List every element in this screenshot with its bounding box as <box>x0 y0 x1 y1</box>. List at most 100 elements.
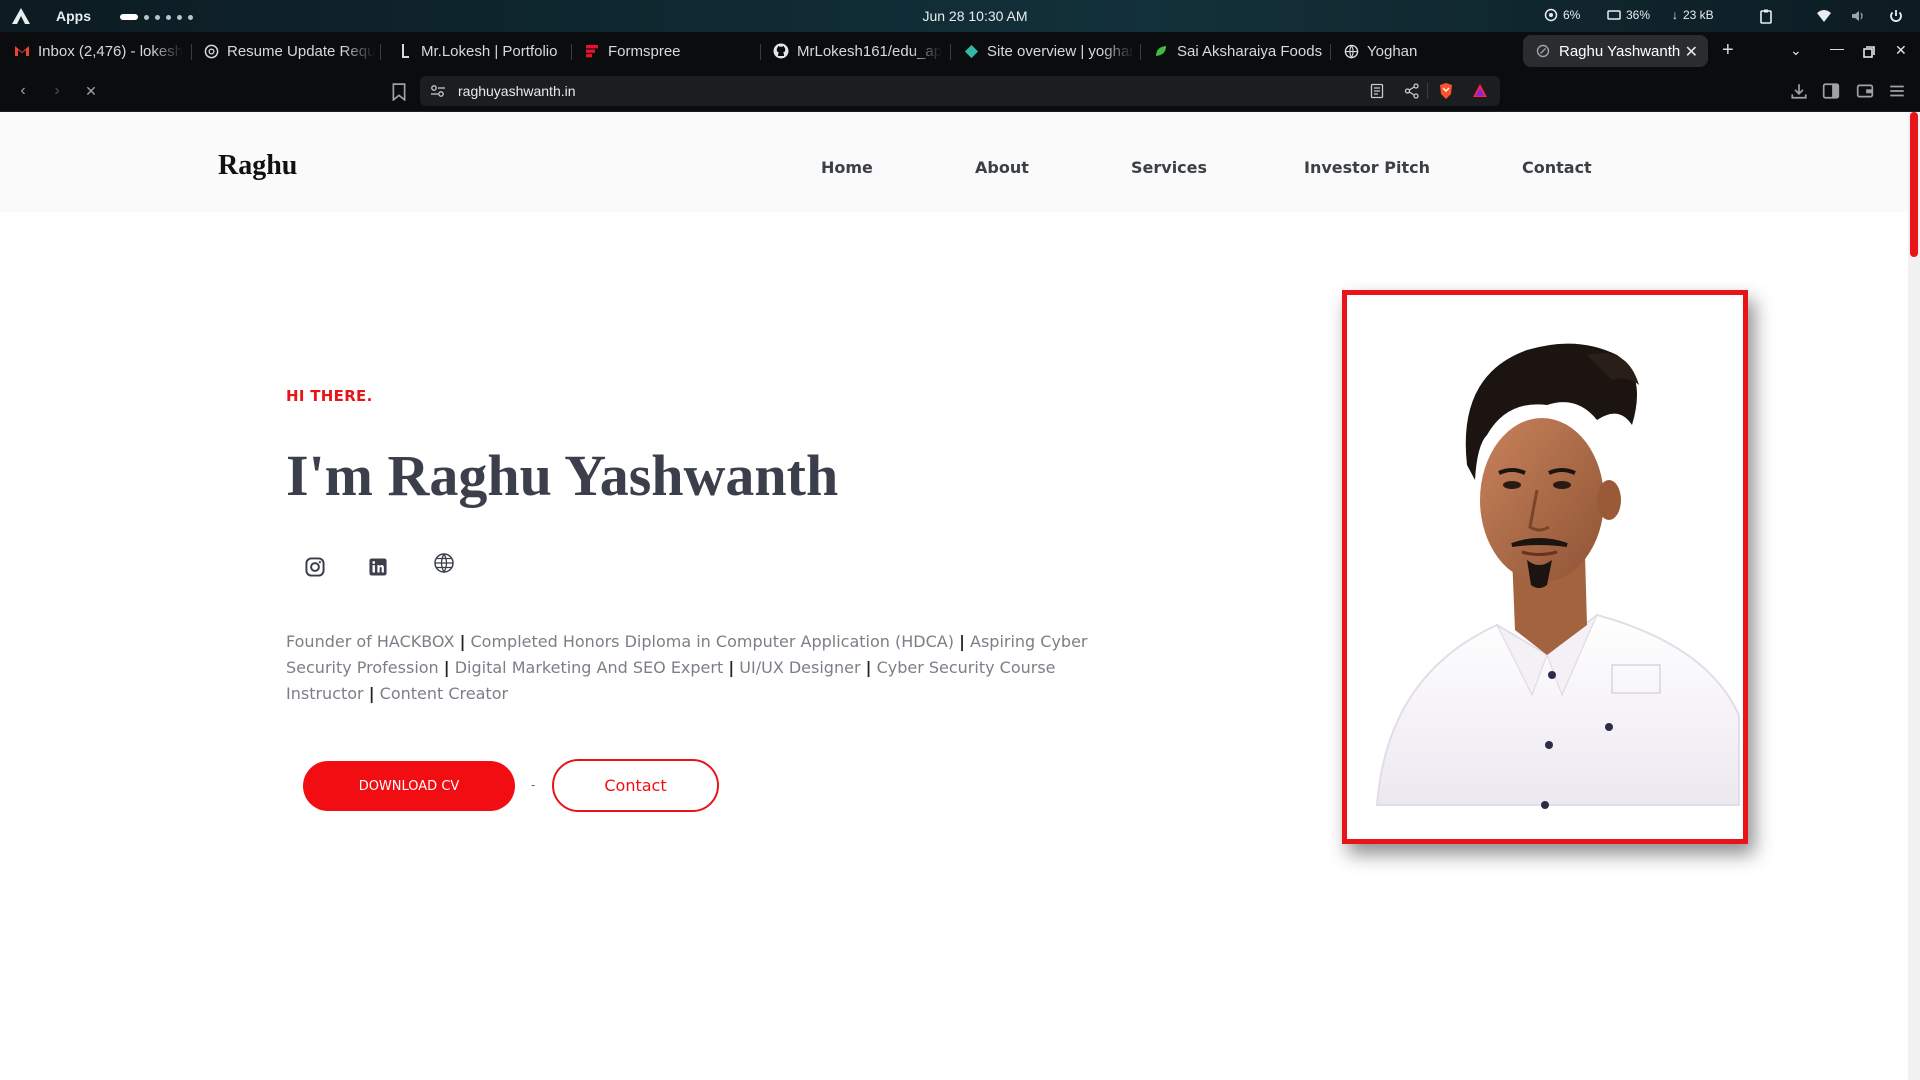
bookmark-icon[interactable] <box>390 83 408 101</box>
browser-toolbar: ‹ › ✕ raghuyashwanth.in <box>0 70 1920 112</box>
volume-icon[interactable] <box>1850 8 1866 24</box>
tab-title: Formspree <box>608 42 681 60</box>
forward-icon[interactable]: › <box>48 82 66 100</box>
back-icon[interactable]: ‹ <box>14 82 32 100</box>
tab-formspree[interactable]: Formspree <box>572 35 758 67</box>
main-menu-icon[interactable] <box>1888 82 1906 100</box>
tab-title: Site overview | yoghar <box>987 42 1135 60</box>
downloads-icon[interactable] <box>1790 82 1808 100</box>
gmail-icon <box>14 43 30 59</box>
browser-tab-strip: Inbox (2,476) - lokesh Resume Update Req… <box>0 32 1920 70</box>
cpu-icon <box>1544 8 1558 22</box>
workspace-dot[interactable] <box>177 14 182 20</box>
globe-icon[interactable] <box>433 552 455 574</box>
tab-separator <box>380 44 381 60</box>
profile-photo <box>1342 290 1748 844</box>
github-icon <box>773 43 789 59</box>
desc-separator: | <box>368 684 375 703</box>
hero-kicker: HI THERE. <box>286 387 373 405</box>
web-page: Raghu Home About Services Investor Pitch… <box>0 112 1908 1080</box>
site-header: Raghu Home About Services Investor Pitch… <box>0 112 1908 212</box>
nav-services[interactable]: Services <box>1131 158 1207 177</box>
close-window-icon[interactable]: ✕ <box>1895 42 1907 59</box>
tab-title: Raghu Yashwanth <box>1559 42 1681 60</box>
workspace-dot[interactable] <box>166 14 171 20</box>
hero-title: I'm Raghu Yashwanth <box>286 443 839 508</box>
profile-portrait-image <box>1347 295 1743 839</box>
workspace-dot[interactable] <box>188 14 193 20</box>
tab-title: Yoghan <box>1367 42 1418 60</box>
tab-netlify[interactable]: Site overview | yoghar <box>951 35 1137 67</box>
tab-title: Inbox (2,476) - lokesh <box>38 42 184 60</box>
close-tab-icon[interactable]: ✕ <box>1685 42 1698 62</box>
scrollbar-thumb[interactable] <box>1910 112 1918 257</box>
desc-separator: | <box>959 632 965 651</box>
tab-gmail[interactable]: Inbox (2,476) - lokesh <box>2 35 190 67</box>
minimize-window-icon[interactable]: — <box>1830 40 1844 56</box>
memory-status: 36% <box>1607 8 1650 22</box>
tab-title: Resume Update Requ <box>227 42 376 60</box>
nav-contact[interactable]: Contact <box>1522 158 1592 177</box>
tab-raghu-yashwanth[interactable]: Raghu Yashwanth ✕ <box>1523 35 1708 67</box>
network-status: ↓ 23 kB <box>1672 8 1714 22</box>
workspace-active[interactable] <box>120 14 138 20</box>
desc-separator: | <box>865 658 872 677</box>
desc-separator: | <box>443 658 450 677</box>
wallet-icon[interactable] <box>1856 82 1874 100</box>
reader-mode-icon[interactable] <box>1370 83 1384 99</box>
page-scrollbar[interactable] <box>1908 112 1920 1080</box>
cpu-value: 6% <box>1563 8 1581 22</box>
tab-title: Mr.Lokesh | Portfolio <box>421 42 558 60</box>
arch-logo-icon[interactable] <box>11 7 31 25</box>
tab-sai-aksharaiya[interactable]: Sai Aksharaiya Foods <box>1141 35 1327 67</box>
chatgpt-icon <box>203 43 219 59</box>
wifi-icon[interactable] <box>1816 8 1832 24</box>
hero-description: Founder of HACKBOX | Completed Honors Di… <box>286 629 1116 707</box>
desc-separator: | <box>728 658 735 677</box>
tab-github[interactable]: MrLokesh161/edu_ap <box>761 35 947 67</box>
contact-button[interactable]: Contact <box>552 759 719 812</box>
tab-list-chevron-icon[interactable]: ⌄ <box>1790 42 1802 59</box>
tab-title: Sai Aksharaiya Foods <box>1177 42 1323 60</box>
apps-menu[interactable]: Apps <box>56 8 91 24</box>
formspree-icon <box>584 43 600 59</box>
download-arrow-icon: ↓ <box>1672 8 1678 22</box>
os-top-bar: Apps Jun 28 10:30 AM 6% 36% ↓ 23 kB <box>0 0 1920 32</box>
netlify-icon <box>963 43 979 59</box>
workspace-indicator[interactable] <box>120 14 193 20</box>
site-settings-icon[interactable] <box>430 84 446 98</box>
instagram-icon[interactable] <box>304 556 326 578</box>
tab-chatgpt[interactable]: Resume Update Requ <box>191 35 377 67</box>
workspace-dot[interactable] <box>144 14 149 20</box>
new-tab-button[interactable]: + <box>1722 40 1734 60</box>
desc-item: Completed Honors Diploma in Computer App… <box>470 632 954 651</box>
tab-yoghan[interactable]: Yoghan <box>1331 35 1517 67</box>
stop-loading-icon[interactable]: ✕ <box>82 82 100 100</box>
nav-investor-pitch[interactable]: Investor Pitch <box>1304 158 1430 177</box>
brave-rewards-icon[interactable] <box>1472 83 1488 99</box>
workspace-dot[interactable] <box>155 14 160 20</box>
site-brand[interactable]: Raghu <box>218 150 297 182</box>
share-icon[interactable] <box>1404 83 1420 99</box>
desc-item: Digital Marketing And SEO Expert <box>454 658 724 677</box>
url-text[interactable]: raghuyashwanth.in <box>458 83 576 99</box>
tab-title: MrLokesh161/edu_ap <box>797 42 943 60</box>
desc-item: UI/UX Designer <box>739 658 861 677</box>
nav-about[interactable]: About <box>975 158 1029 177</box>
nav-home[interactable]: Home <box>821 158 873 177</box>
desc-separator: | <box>459 632 466 651</box>
button-dash: - <box>531 777 536 792</box>
tab-portfolio[interactable]: Mr.Lokesh | Portfolio <box>385 35 571 67</box>
download-cv-button[interactable]: DOWNLOAD CV <box>303 761 515 811</box>
leaf-icon <box>1153 43 1169 59</box>
address-bar[interactable]: raghuyashwanth.in <box>420 76 1500 106</box>
globe-icon <box>1343 43 1359 59</box>
clock[interactable]: Jun 28 10:30 AM <box>900 8 1050 24</box>
power-icon[interactable] <box>1888 8 1904 24</box>
linkedin-icon[interactable] <box>367 556 389 578</box>
maximize-window-icon[interactable] <box>1863 46 1875 58</box>
desc-item: Content Creator <box>379 684 509 703</box>
brave-shields-icon[interactable] <box>1438 82 1454 100</box>
clipboard-icon[interactable] <box>1758 8 1774 24</box>
sidebar-toggle-icon[interactable] <box>1822 82 1840 100</box>
